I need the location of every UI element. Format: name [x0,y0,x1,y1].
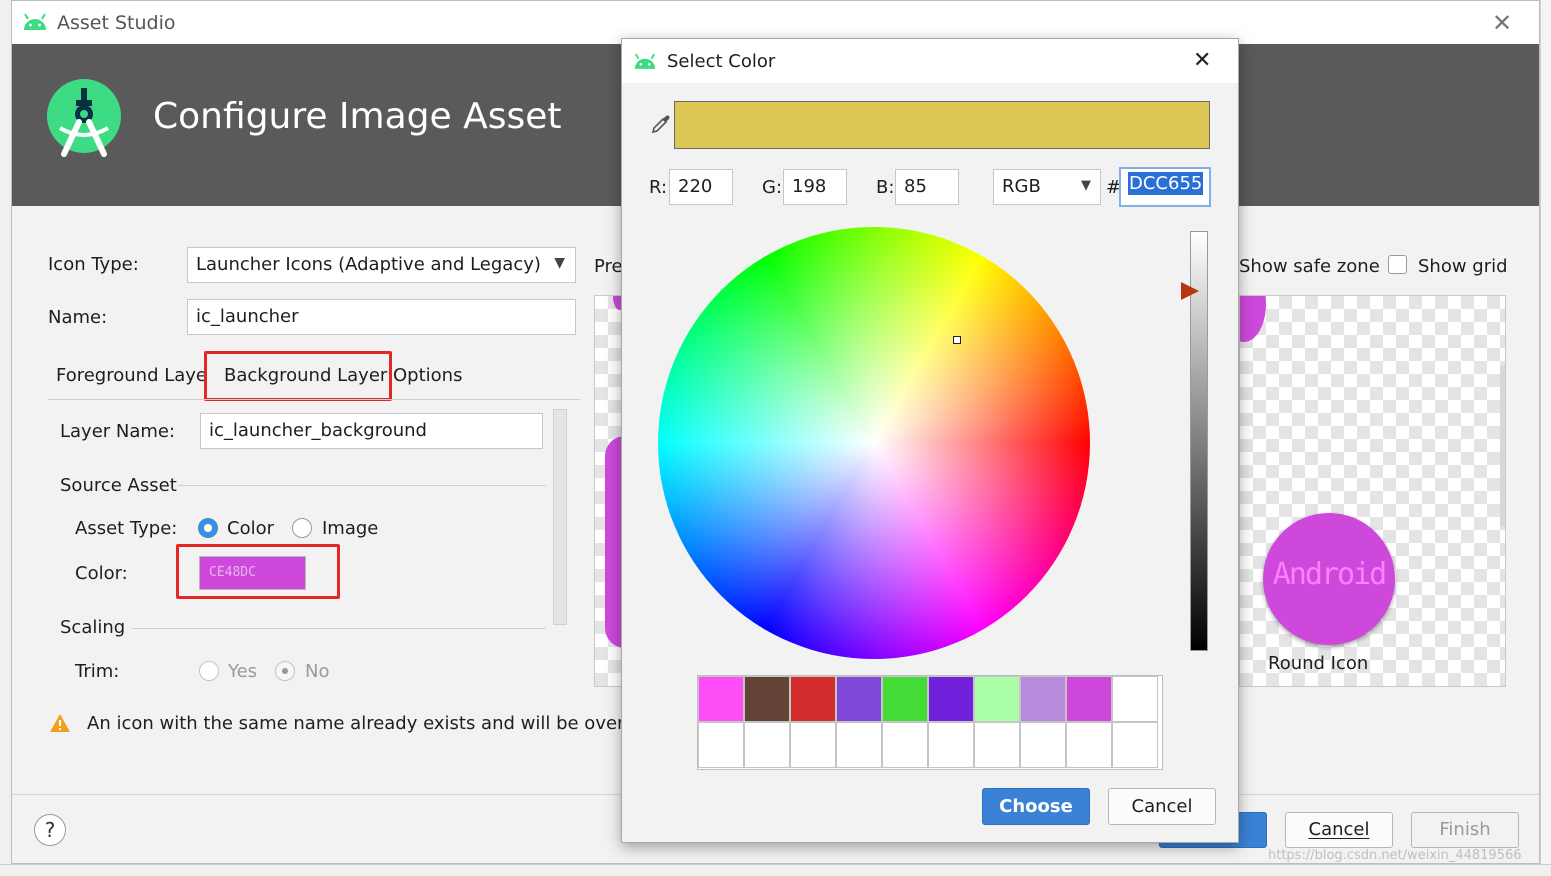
scaling-label: Scaling [60,617,126,638]
asset-type-image-label: Image [322,518,379,539]
color-preview-bar [674,101,1210,149]
page-title: Configure Image Asset [153,96,562,137]
green-input[interactable]: 198 [783,169,847,205]
asset-type-image-radio[interactable] [292,518,312,538]
close-icon[interactable]: ✕ [1492,9,1512,37]
red-input[interactable]: 220 [669,169,733,205]
color-swatch-3[interactable] [790,676,836,722]
color-swatch-empty[interactable] [790,722,836,768]
icon-type-select[interactable]: Launcher Icons (Adaptive and Legacy) ▼ [187,247,576,283]
color-swatch-empty[interactable] [698,722,744,768]
warning-text: An icon with the same name already exist… [87,713,622,734]
show-grid-checkbox[interactable] [1388,255,1407,274]
color-mode-select[interactable]: RGB ▼ [993,169,1101,205]
warning-icon [50,714,70,732]
preview-scrollbar[interactable] [1500,366,1505,526]
blue-input[interactable]: 85 [895,169,959,205]
panel-scrollbar[interactable] [553,409,567,625]
color-swatch-empty[interactable] [974,722,1020,768]
color-swatch-empty[interactable] [1112,722,1158,768]
select-color-dialog: Select Color ✕ R: 220 G: 198 B: 85 RGB ▼… [621,38,1239,843]
color-wheel[interactable] [658,227,1090,659]
color-swatch-2[interactable] [744,676,790,722]
asset-type-color-label: Color [227,518,274,539]
name-label: Name: [48,307,108,328]
show-grid-label: Show grid [1418,256,1508,277]
color-label: Color: [75,563,128,584]
android-studio-logo-icon [47,79,121,157]
red-label: R: [649,177,668,198]
tab-foreground-layer[interactable]: Foreground Layer [56,365,205,386]
eyedropper-icon[interactable] [650,113,672,135]
layer-name-input[interactable]: ic_launcher_background [200,413,543,449]
color-wheel-marker[interactable] [953,336,961,344]
source-asset-label: Source Asset [60,475,177,496]
recent-colors-grid [697,675,1163,770]
color-swatch-1[interactable] [698,676,744,722]
dialog-title: Select Color [667,51,776,72]
slider-thumb-icon[interactable] [1180,281,1200,301]
tab-divider [48,399,580,400]
color-mode-value: RGB [1002,176,1041,197]
trim-label: Trim: [75,661,120,682]
tab-options[interactable]: Options [393,365,462,386]
color-swatch-button[interactable]: CE48DC [199,556,306,590]
ide-right-strip [1540,0,1551,864]
round-icon-preview: Android [1263,513,1395,645]
window-title: Asset Studio [57,12,176,34]
android-icon [634,53,656,69]
android-icon [24,13,46,30]
color-swatch-10[interactable] [1112,676,1158,722]
trim-yes-label: Yes [228,661,258,682]
chevron-down-icon: ▼ [1081,178,1091,193]
highlight-box [204,351,392,401]
hex-input-value: DCC655 [1128,172,1204,195]
ide-bottom-strip [0,864,1551,876]
color-swatch-empty[interactable] [882,722,928,768]
color-swatch-6[interactable] [928,676,974,722]
trim-yes-radio[interactable] [199,661,219,681]
scaling-divider [132,628,546,629]
dialog-cancel-button[interactable]: Cancel [1108,788,1216,825]
preview-right-panel: Android Round Icon [1239,295,1506,687]
color-swatch-empty[interactable] [928,722,974,768]
color-swatch-empty[interactable] [1020,722,1066,768]
cancel-button[interactable]: Cancel [1285,812,1393,848]
color-swatch-8[interactable] [1020,676,1066,722]
preview-label: Pre [594,256,622,277]
chevron-down-icon: ▼ [554,255,565,271]
layer-name-label: Layer Name: [60,421,176,442]
color-swatch-empty[interactable] [836,722,882,768]
color-swatch-empty[interactable] [1066,722,1112,768]
source-asset-divider [178,485,546,486]
preview-left-panel [594,295,624,687]
choose-button[interactable]: Choose [982,788,1090,825]
show-safe-zone-label: Show safe zone [1239,256,1380,277]
asset-type-label: Asset Type: [75,518,178,539]
trim-no-radio[interactable] [275,661,295,681]
round-icon-text: Android [1272,557,1387,592]
color-swatch-5[interactable] [882,676,928,722]
preview-icon-shape [1240,296,1266,342]
asset-type-color-radio[interactable] [198,518,218,538]
dialog-titlebar: Select Color ✕ [622,39,1238,83]
green-label: G: [762,177,783,198]
color-swatch-7[interactable] [974,676,1020,722]
name-input[interactable]: ic_launcher [187,299,576,335]
close-icon[interactable]: ✕ [1193,48,1211,73]
finish-button[interactable]: Finish [1411,812,1519,848]
hex-input[interactable]: DCC655 [1119,167,1211,207]
help-button[interactable]: ? [34,814,66,846]
watermark: https://blog.csdn.net/weixin_44819566 [1268,848,1522,863]
color-swatch-9[interactable] [1066,676,1112,722]
icon-type-label: Icon Type: [48,254,139,275]
icon-type-value: Launcher Icons (Adaptive and Legacy) [196,254,541,275]
color-swatch-empty[interactable] [744,722,790,768]
blue-label: B: [876,177,895,198]
color-swatch-4[interactable] [836,676,882,722]
round-icon-label: Round Icon [1268,653,1369,674]
trim-no-label: No [305,661,330,682]
